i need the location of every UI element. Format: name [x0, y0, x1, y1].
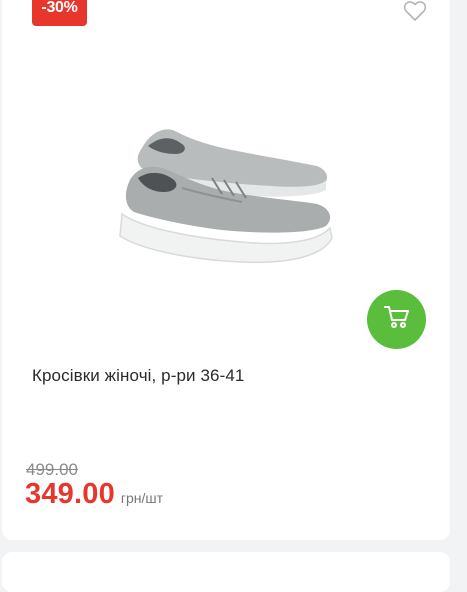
product-card[interactable] — [2, 0, 450, 540]
cart-icon — [383, 304, 411, 335]
price-unit: грн/шт — [120, 490, 164, 506]
discount-badge: -30% — [32, 0, 87, 26]
price-row: 349.00 грн/шт — [25, 478, 163, 511]
next-product-card[interactable] — [2, 552, 450, 592]
current-price: 349.00 — [25, 478, 115, 510]
heart-icon[interactable] — [403, 0, 427, 22]
old-price: 499.00 — [26, 460, 78, 479]
add-to-cart-button[interactable] — [367, 290, 426, 349]
product-image[interactable] — [112, 118, 334, 268]
product-title[interactable]: Кросівки жіночі, р-ри 36-41 — [32, 366, 244, 386]
